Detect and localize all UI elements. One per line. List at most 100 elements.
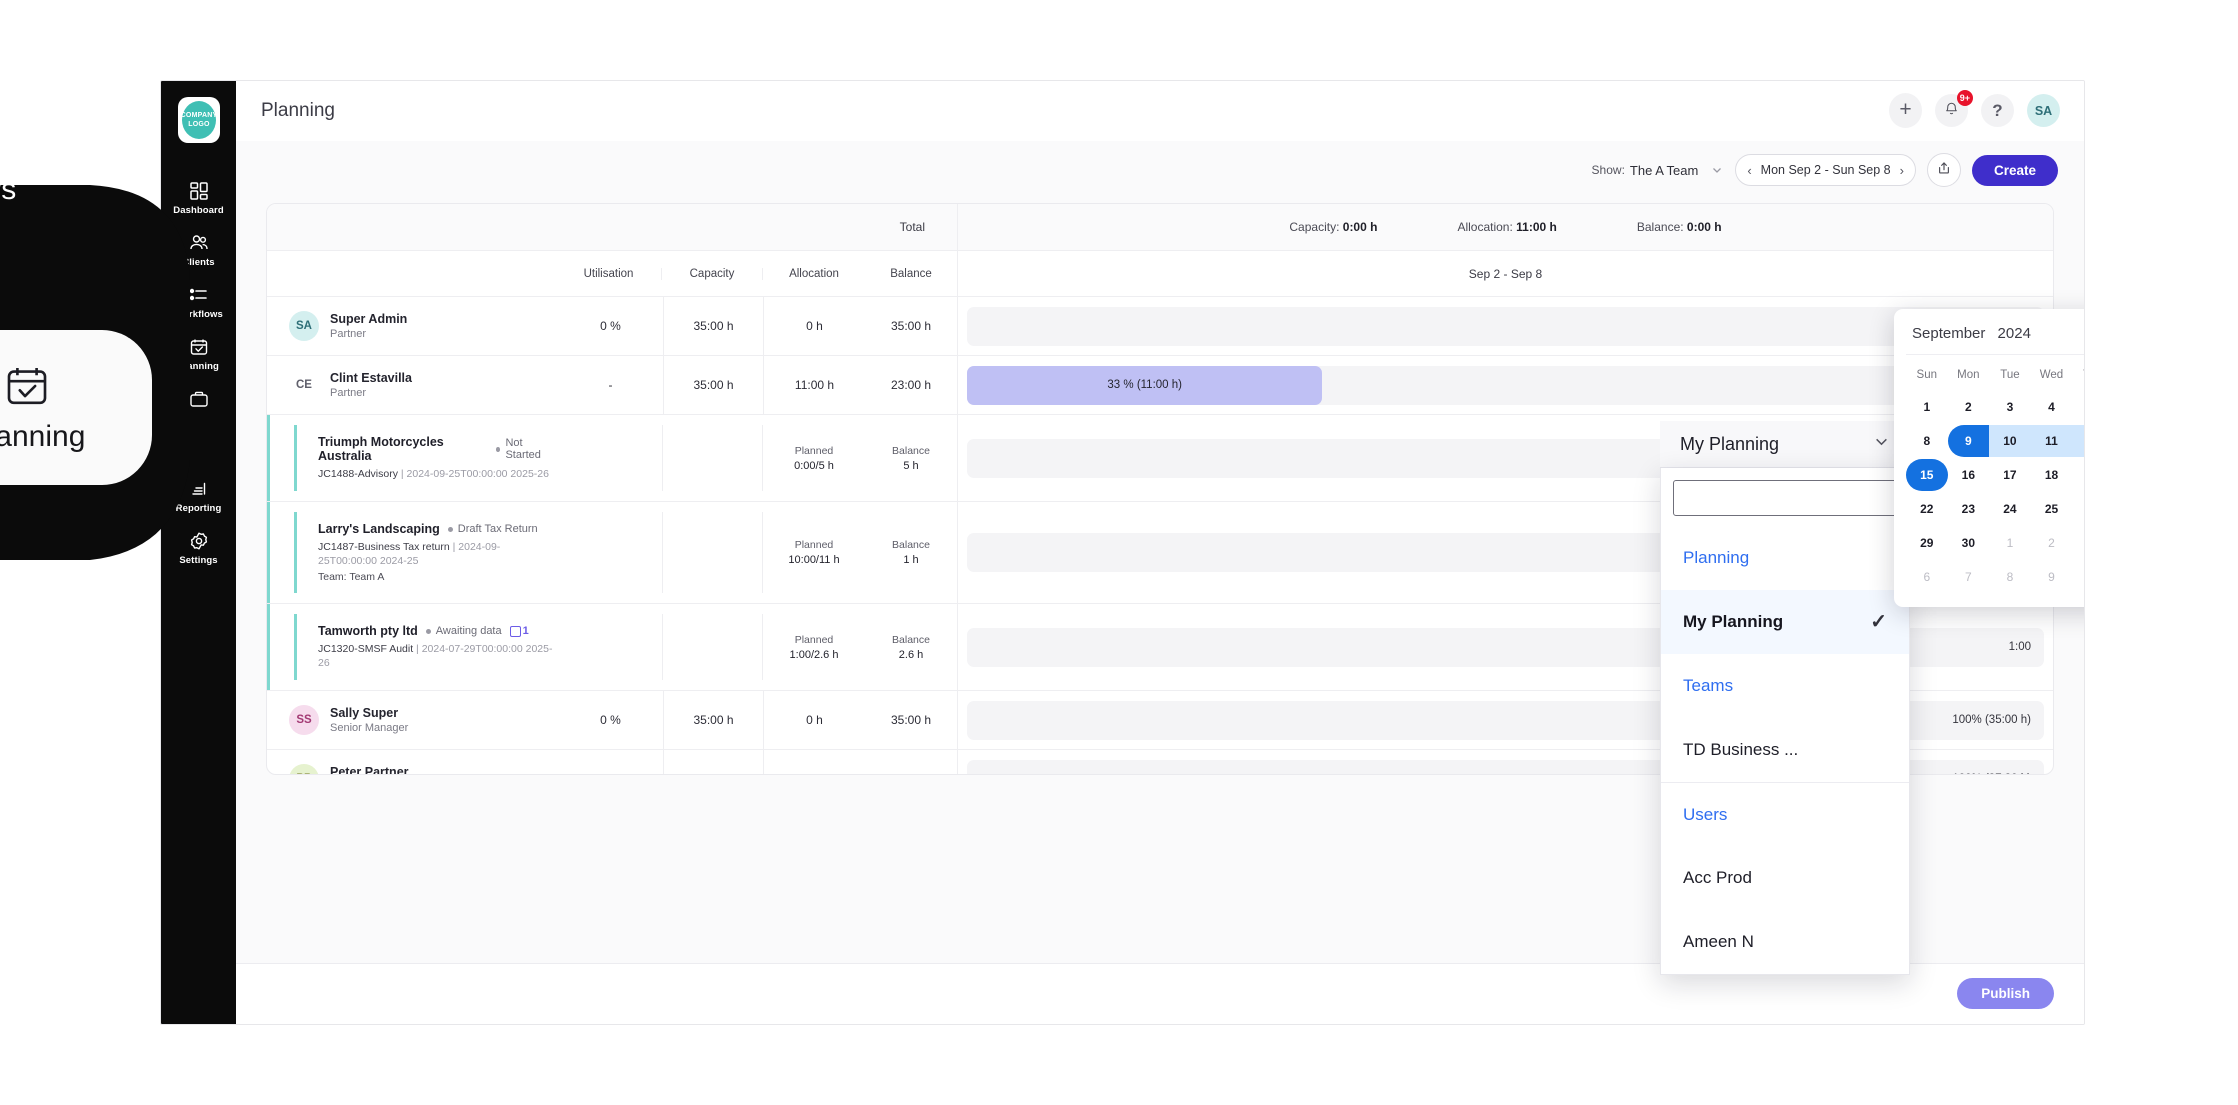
calendar-day[interactable]: 8 xyxy=(1989,561,2031,593)
dropdown-option[interactable]: Teams xyxy=(1661,654,1909,718)
calendar-day[interactable]: 26 xyxy=(2072,493,2084,525)
calendar-day[interactable]: 1 xyxy=(1989,527,2031,559)
job-title[interactable]: Triumph Motorcycles Australia Not Starte… xyxy=(318,435,557,463)
calendar-day[interactable]: 10 xyxy=(2072,561,2084,593)
calendar-day[interactable]: 5 xyxy=(2072,391,2084,423)
summary-metrics: Capacity: 0:00 h Allocation: 11:00 h Bal… xyxy=(957,204,2053,250)
dashboard-icon xyxy=(189,181,209,201)
column-header-allocation[interactable]: Allocation xyxy=(762,267,865,280)
calendar-day[interactable]: 9 xyxy=(2031,561,2073,593)
planning-view-trigger[interactable]: My Planning xyxy=(1660,421,1910,468)
summary-capacity-label: Capacity: xyxy=(1289,220,1340,234)
table-header-left: Utilisation Capacity Allocation Balance xyxy=(267,251,957,296)
timeline-cell[interactable]: 100% (37:30 h) xyxy=(957,297,2053,355)
planned-value: 0:00/5 h xyxy=(794,459,834,472)
calendar-day[interactable]: 25 xyxy=(2031,493,2073,525)
dropdown-option[interactable]: Users xyxy=(1661,782,1909,846)
calendar-day[interactable]: 3 xyxy=(1989,391,2031,423)
allocation-track[interactable]: 33 % (11:00 h) xyxy=(967,365,2044,405)
calendar-day[interactable]: 15 xyxy=(1906,459,1948,491)
user-cell: CE Clint Estavilla Partner - 35:00 h 11:… xyxy=(267,356,957,414)
calendar-day[interactable]: 22 xyxy=(1906,493,1948,525)
dropdown-option[interactable]: Planning xyxy=(1661,526,1909,590)
allocation-bar[interactable]: 33 % (11:00 h) xyxy=(967,365,1323,405)
search-input[interactable] xyxy=(1673,480,1897,516)
table-header-row: Utilisation Capacity Allocation Balance … xyxy=(267,251,2053,297)
calendar-day[interactable]: 29 xyxy=(1906,527,1948,559)
calendar-day[interactable]: 2 xyxy=(1948,391,1990,423)
cell-utilisation: 0 % xyxy=(600,319,621,333)
balance-label: Balance xyxy=(892,444,930,457)
sidebar-item-dashboard[interactable]: Dashboard xyxy=(161,181,236,216)
calendar-day[interactable]: 2 xyxy=(2031,527,2073,559)
status-dot-icon xyxy=(425,628,431,634)
calendar-day[interactable]: 30 xyxy=(1948,527,1990,559)
notifications-button[interactable]: 9+ xyxy=(1935,90,1973,127)
dropdown-option[interactable]: My Planning ✓ xyxy=(1661,590,1909,654)
calendar-day[interactable]: 17 xyxy=(1989,459,2031,491)
table-row[interactable]: CE Clint Estavilla Partner - 35:00 h 11:… xyxy=(267,356,2053,415)
show-value: The A Team xyxy=(1629,162,1699,178)
avatar[interactable]: SA xyxy=(2027,94,2060,127)
share-button[interactable] xyxy=(1926,153,1961,187)
job-title[interactable]: Tamworth pty ltd Awaiting data 1 xyxy=(318,624,557,638)
calendar-day[interactable]: 11 xyxy=(2030,425,2073,457)
track-total-label: 1:00 xyxy=(2008,641,2031,653)
company-logo-mark: COMPANY LOGO xyxy=(181,101,217,139)
calendar-day[interactable]: 7 xyxy=(1948,561,1990,593)
timeline-cell[interactable]: 33 % (11:00 h) xyxy=(957,356,2053,414)
chevron-left-icon[interactable]: ‹ xyxy=(1747,164,1751,177)
date-range-selector[interactable]: ‹ Mon Sep 2 - Sun Sep 8 › xyxy=(1735,154,1916,186)
column-header-capacity[interactable]: Capacity xyxy=(661,267,762,280)
calendar-day[interactable]: 16 xyxy=(1948,459,1990,491)
sidebar-item-planning[interactable]: Planning xyxy=(161,337,236,372)
dropdown-option[interactable]: Acc Prod xyxy=(1661,846,1909,910)
calendar-day[interactable]: 8 xyxy=(1906,425,1948,457)
balance-label: Balance xyxy=(892,539,930,551)
allocation-track[interactable]: 100% (37:30 h) xyxy=(967,306,2044,346)
planning-calendar-icon xyxy=(189,337,209,357)
show-filter[interactable]: Show: The A Team xyxy=(1592,163,1725,178)
calendar-day[interactable]: 12 xyxy=(2072,425,2084,457)
magnifier-planning-item[interactable]: Planning xyxy=(0,330,152,485)
track-total-label: 100% (35:00 h) xyxy=(1952,714,2031,726)
calendar-day[interactable]: 23 xyxy=(1948,493,1990,525)
create-button[interactable]: Create xyxy=(1971,154,2058,186)
user-cell: SS Sally Super Senior Manager 0 % 35:00 … xyxy=(267,691,957,749)
calendar-day[interactable]: 10 xyxy=(1989,425,2031,457)
sidebar-item-clients[interactable]: Clients xyxy=(161,233,236,268)
table-row[interactable]: SA Super Admin Partner 0 % 35:00 h 0 h 3… xyxy=(267,297,2053,356)
column-header-utilisation[interactable]: Utilisation xyxy=(556,268,661,280)
sidebar-item-settings[interactable]: Settings xyxy=(161,531,236,566)
calendar-day[interactable]: 6 xyxy=(1906,561,1948,593)
calendar-day[interactable]: 1 xyxy=(1906,391,1948,423)
calendar-day[interactable]: 18 xyxy=(2031,459,2073,491)
sidebar-item-jobs[interactable] xyxy=(161,389,236,409)
sidebar-item-workflows[interactable]: Workflows xyxy=(161,285,236,320)
dropdown-option-label: TD Business ... xyxy=(1683,740,1799,759)
day-of-week-header: Sun xyxy=(1916,369,1938,381)
calendar-day[interactable]: 3 xyxy=(2072,527,2084,559)
column-header-balance[interactable]: Balance xyxy=(865,268,957,280)
calendar-day[interactable]: 4 xyxy=(2031,391,2073,423)
dropdown-option[interactable]: TD Business ... xyxy=(1661,718,1909,782)
help-button[interactable]: ? xyxy=(1981,94,2014,127)
job-title[interactable]: Larry's Landscaping Draft Tax Return xyxy=(318,522,557,536)
chevron-down-icon[interactable] xyxy=(1873,433,1890,455)
sidebar-item-reporting[interactable]: Reporting xyxy=(161,479,236,514)
sidebar-item-label: Settings xyxy=(179,555,218,566)
calendar-day[interactable]: 19 xyxy=(2072,459,2084,491)
cell-capacity: 35:00 h xyxy=(663,356,763,414)
dropdown-option-label: Acc Prod xyxy=(1683,868,1752,887)
dropdown-option[interactable]: Ameen N xyxy=(1661,910,1909,974)
add-button[interactable]: + xyxy=(1889,93,1922,128)
calendar-day[interactable]: 9 xyxy=(1947,425,1990,457)
chevron-right-icon[interactable]: › xyxy=(1900,164,1904,177)
publish-button[interactable]: Publish xyxy=(1957,978,2054,1009)
chevron-down-icon[interactable] xyxy=(1710,163,1724,177)
calendar-day[interactable]: 24 xyxy=(1989,493,2031,525)
user-identity: Clint Estavilla Partner xyxy=(330,371,558,400)
week-label: Sep 2 - Sep 8 xyxy=(957,251,2053,296)
company-logo[interactable]: COMPANY LOGO xyxy=(178,97,220,143)
note-badge[interactable]: 1 xyxy=(509,625,529,637)
